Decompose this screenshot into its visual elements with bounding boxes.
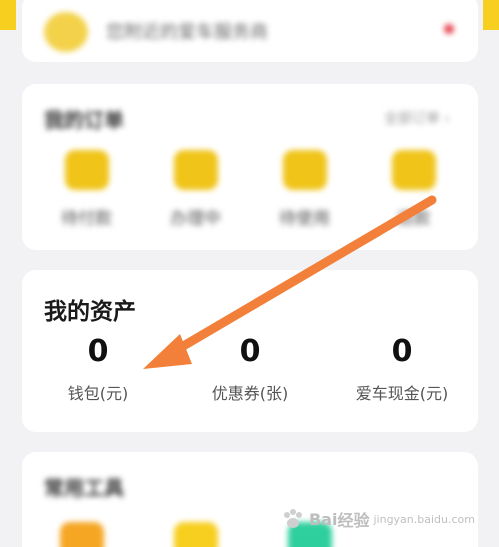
order-item-processing[interactable]: 办理中 — [156, 150, 236, 229]
order-item-label: 办理中 — [170, 209, 221, 229]
tool-icon-2[interactable] — [174, 522, 218, 547]
clipboard-icon — [173, 150, 218, 190]
order-item-label: 待使用 — [279, 209, 330, 229]
watermark-text-2: 经验 — [337, 511, 370, 530]
order-item-to-use[interactable]: 待使用 — [265, 150, 345, 229]
order-item-refund[interactable]: 退款 — [374, 150, 454, 229]
order-status-list: 待付款 办理中 待使用 退款 — [22, 150, 478, 229]
orders-title: 我的订单 — [44, 108, 124, 132]
assets-card: 我的资产 0 钱包(元) 0 优惠券(张) 0 爱车现金(元) — [22, 270, 478, 432]
asset-value: 0 — [87, 334, 109, 369]
assets-list: 0 钱包(元) 0 优惠券(张) 0 爱车现金(元) — [22, 334, 478, 404]
tool-icon-1[interactable] — [60, 522, 104, 547]
view-all-orders-link[interactable]: 全部订单 › — [384, 108, 450, 128]
watermark-url: jingyan.baidu.com — [373, 512, 475, 526]
refund-icon — [391, 150, 436, 190]
notification-dot — [444, 24, 454, 34]
assets-title: 我的资产 — [44, 298, 136, 325]
order-item-pending-payment[interactable]: 待付款 — [47, 150, 127, 229]
store-card[interactable]: 您附近的爱车服务商 — [22, 0, 478, 62]
asset-label: 优惠券(张) — [211, 384, 289, 403]
header-yellow-edge-right — [483, 0, 499, 30]
asset-wallet[interactable]: 0 钱包(元) — [22, 334, 174, 404]
watermark-text: Bai — [308, 509, 338, 529]
header-yellow-edge-left — [0, 0, 16, 30]
tools-card: 常用工具 — [22, 452, 478, 547]
paw-icon — [283, 509, 302, 528]
shop-name: 您附近的爱车服务商 — [106, 22, 268, 43]
wallet-icon — [64, 150, 109, 190]
ticket-icon — [282, 150, 327, 190]
shop-logo-icon — [44, 12, 88, 52]
order-item-label: 退款 — [396, 209, 431, 229]
asset-label: 爱车现金(元) — [355, 384, 449, 403]
tools-title: 常用工具 — [44, 476, 124, 500]
baidu-watermark: Bai 经验 jingyan.baidu.com — [281, 507, 475, 531]
order-item-label: 待付款 — [61, 209, 112, 229]
asset-car-cash[interactable]: 0 爱车现金(元) — [326, 334, 478, 404]
asset-value: 0 — [391, 334, 413, 369]
orders-card: 我的订单 全部订单 › 待付款 办理中 待使用 退款 — [22, 84, 478, 250]
asset-value: 0 — [239, 334, 261, 369]
asset-coupons[interactable]: 0 优惠券(张) — [174, 334, 326, 404]
asset-label: 钱包(元) — [67, 384, 129, 403]
